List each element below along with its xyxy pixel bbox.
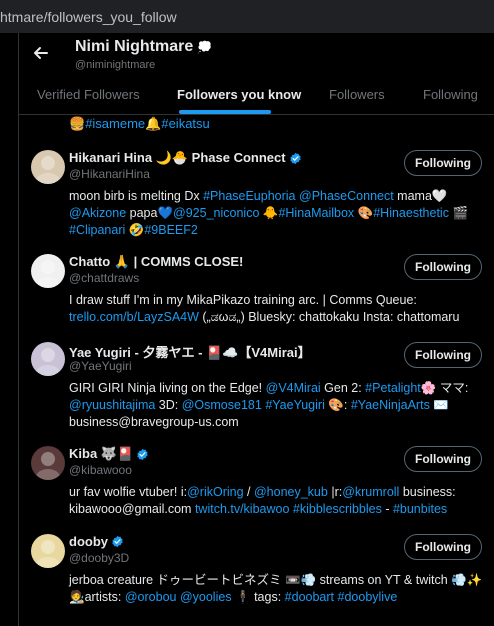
bio-link[interactable]: @925_niconico bbox=[173, 206, 259, 220]
user-name-text: dooby bbox=[69, 534, 108, 549]
bio-link[interactable]: @honey_kub bbox=[254, 485, 328, 499]
bio-text: 🔔 bbox=[145, 116, 162, 131]
bio-text: 🎨: bbox=[324, 398, 351, 412]
following-button[interactable]: Following bbox=[404, 254, 482, 280]
bio-link[interactable]: #kibblescribbles bbox=[293, 502, 382, 516]
bio-link[interactable]: #isameme bbox=[85, 115, 145, 133]
user-bio: ur fav wolfie vtuber! i:@rikOring / @hon… bbox=[69, 484, 487, 518]
profile-header: Nimi Nightmare 💭 @niminightmare bbox=[19, 33, 494, 75]
bio-link[interactable]: @PhaseConnect bbox=[299, 189, 394, 203]
user-handle[interactable]: @YaeYugiri bbox=[69, 359, 132, 373]
bio-text: I draw stuff I'm in my MikaPikazo traini… bbox=[69, 293, 417, 307]
bio-link[interactable]: #doobylive bbox=[338, 590, 398, 604]
tab-followers[interactable]: Followers bbox=[329, 87, 385, 102]
following-button[interactable]: Following bbox=[404, 446, 482, 472]
bio-link[interactable]: #YaeYugiri bbox=[265, 398, 325, 412]
tab-bar: Verified Followers Followers you know Fo… bbox=[19, 75, 494, 115]
thought-bubble-icon: 💭 bbox=[197, 40, 213, 54]
user-handle[interactable]: @chattdraws bbox=[69, 271, 139, 285]
bio-text: - bbox=[381, 502, 393, 516]
bio-link[interactable]: @rikOring bbox=[187, 485, 243, 499]
verified-badge-icon bbox=[136, 448, 149, 461]
user-handle[interactable]: @HikanariHina bbox=[69, 167, 150, 181]
bio-link[interactable]: #bunbites bbox=[393, 502, 447, 516]
back-arrow-icon[interactable] bbox=[31, 43, 51, 63]
avatar[interactable] bbox=[31, 534, 65, 568]
user-name-text: Chatto 🙏 | COMMS CLOSE! bbox=[69, 254, 244, 269]
bio-text: mama🤍 bbox=[393, 189, 448, 203]
verified-badge-icon bbox=[111, 535, 124, 548]
user-bio: I draw stuff I'm in my MikaPikazo traini… bbox=[69, 292, 487, 326]
bio-text: GIRI GIRI Ninja living on the Edge! bbox=[69, 381, 266, 395]
verified-badge-icon bbox=[289, 152, 302, 165]
bio-text: 🤣 bbox=[125, 223, 145, 237]
profile-name: Nimi Nightmare 💭 bbox=[75, 38, 212, 56]
bio-link[interactable]: #Clipanari bbox=[69, 223, 125, 237]
bio-text: 🌸 ママ: bbox=[420, 381, 469, 395]
bio-link[interactable]: @Akizone bbox=[69, 206, 126, 220]
avatar[interactable] bbox=[31, 342, 65, 376]
bio-text: 3D: bbox=[155, 398, 182, 412]
tab-followers-you-know[interactable]: Followers you know bbox=[177, 87, 301, 102]
following-button[interactable]: Following bbox=[404, 342, 482, 368]
browser-url-bar[interactable]: htmare/followers_you_follow bbox=[0, 0, 494, 33]
bio-link[interactable]: #Petalight bbox=[365, 381, 421, 395]
user-bio: moon birb is melting Dx #PhaseEuphoria @… bbox=[69, 188, 487, 239]
user-name[interactable]: dooby bbox=[69, 534, 124, 549]
bio-text: moon birb is melting Dx bbox=[69, 189, 204, 203]
bio-link[interactable]: @Osmose181 bbox=[182, 398, 262, 412]
user-bio: jerboa creature ドゥービートビネズミ 📼💨 streams on… bbox=[69, 572, 487, 606]
user-handle[interactable]: @dooby3D bbox=[69, 551, 129, 565]
url-text: htmare/followers_you_follow bbox=[0, 8, 177, 25]
bio-link[interactable]: @V4Mirai bbox=[266, 381, 321, 395]
bio-link[interactable]: #9BEEF2 bbox=[144, 223, 198, 237]
user-name[interactable]: Hikanari Hina 🌙🐣 Phase Connect bbox=[69, 150, 302, 166]
bio-link[interactable]: #eikatsu bbox=[161, 115, 209, 133]
partial-bio-row: 🍔 #isameme 🔔 #eikatsu bbox=[19, 113, 494, 135]
bio-link[interactable]: @yoolies bbox=[180, 590, 232, 604]
bio-link[interactable]: #YaeNinjaArts bbox=[351, 398, 430, 412]
bio-text: ur fav wolfie vtuber! i: bbox=[69, 485, 188, 499]
user-handle[interactable]: @kibawooo bbox=[69, 463, 132, 477]
bio-link[interactable]: @ryuushitajima bbox=[69, 398, 155, 412]
bio-link[interactable]: trello.com/b/LayzSA4W bbox=[69, 310, 199, 324]
bio-text: 🎬 bbox=[448, 206, 469, 220]
bio-text: 🐥 bbox=[259, 206, 279, 220]
bio-text: 🎨 bbox=[354, 206, 374, 220]
profile-handle: @niminightmare bbox=[75, 59, 156, 71]
avatar[interactable] bbox=[31, 150, 65, 184]
bio-text: 🍔 bbox=[69, 116, 86, 131]
user-name-text: Hikanari Hina 🌙🐣 Phase Connect bbox=[69, 150, 286, 165]
bio-text: („ಡωಡ„) Bluesky: chattokaku Insta: chatt… bbox=[198, 310, 460, 324]
bio-link[interactable]: @krumroll bbox=[342, 485, 399, 499]
bio-link[interactable]: #Hinaesthetic bbox=[373, 206, 449, 220]
user-bio: GIRI GIRI Ninja living on the Edge! @V4M… bbox=[69, 380, 487, 431]
bio-text: 🕴 tags: bbox=[231, 590, 285, 604]
following-button[interactable]: Following bbox=[404, 534, 482, 560]
bio-link[interactable]: @orobou bbox=[125, 590, 177, 604]
following-button[interactable]: Following bbox=[404, 150, 482, 176]
avatar[interactable] bbox=[31, 446, 65, 480]
profile-name-text: Nimi Nightmare bbox=[75, 38, 194, 55]
bio-link[interactable]: #doobart bbox=[285, 590, 334, 604]
bio-link[interactable]: #HinaMailbox bbox=[278, 206, 354, 220]
avatar[interactable] bbox=[31, 254, 65, 288]
user-name[interactable]: Kiba 🐺🎴 bbox=[69, 446, 149, 462]
bio-text: Gen 2: bbox=[320, 381, 366, 395]
tab-verified-followers[interactable]: Verified Followers bbox=[37, 87, 140, 102]
bio-link[interactable]: #PhaseEuphoria bbox=[203, 189, 295, 203]
user-name-text: Kiba 🐺🎴 bbox=[69, 446, 134, 461]
tab-following[interactable]: Following bbox=[423, 87, 478, 102]
bio-text: / bbox=[243, 485, 254, 499]
user-name[interactable]: Chatto 🙏 | COMMS CLOSE! bbox=[69, 254, 243, 270]
bio-link[interactable]: twitch.tv/kibawoo bbox=[195, 502, 289, 516]
bio-text: papa💙 bbox=[126, 206, 174, 220]
bio-text: |r: bbox=[327, 485, 343, 499]
